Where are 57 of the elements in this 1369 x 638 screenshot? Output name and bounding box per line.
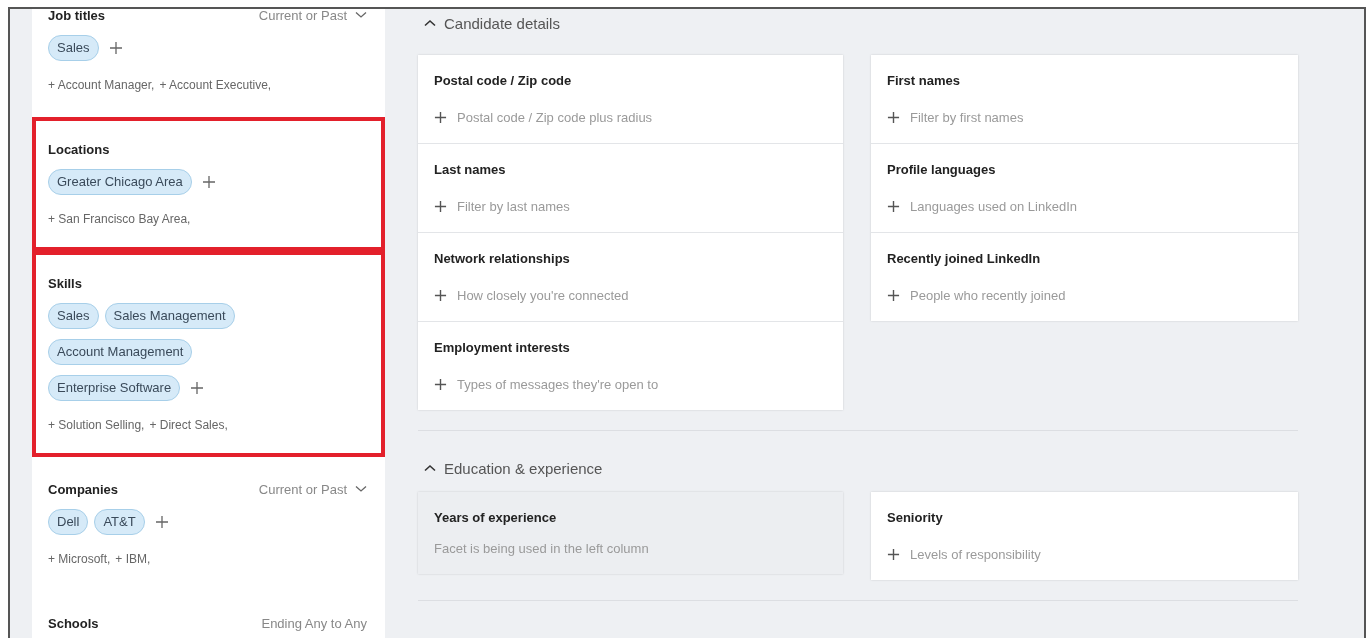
suggestion-link[interactable]: + Account Manager, xyxy=(48,78,155,92)
add-icon[interactable] xyxy=(434,377,447,391)
add-icon[interactable] xyxy=(887,110,900,124)
filter-hint: Filter by first names xyxy=(910,109,1024,125)
filter-chip[interactable]: Dell xyxy=(48,509,89,535)
filter-hint: How closely you're connected xyxy=(457,287,629,303)
caret-icon xyxy=(355,485,367,493)
filter-title: Employment interests xyxy=(434,339,571,357)
facet-title: Skills xyxy=(48,275,82,291)
filter-title: Last names xyxy=(434,161,507,179)
filter-title: Profile languages xyxy=(887,161,997,179)
filter-hint: Types of messages they're open to xyxy=(457,376,659,392)
qualifier-dropdown[interactable]: Ending Any to Any xyxy=(261,615,367,631)
filter-chip[interactable]: Sales xyxy=(48,35,99,61)
filter-title: First names xyxy=(887,72,961,90)
filter-hint: Languages used on LinkedIn xyxy=(910,198,1077,214)
section-toggle[interactable]: Education & experience xyxy=(418,454,603,482)
add-icon[interactable] xyxy=(108,41,123,55)
suggestion-link[interactable]: + Direct Sales, xyxy=(149,418,228,432)
add-icon[interactable] xyxy=(887,199,900,213)
filter-title: Seniority xyxy=(887,509,944,527)
filter-hint: Levels of responsibility xyxy=(910,546,1041,562)
add-icon[interactable] xyxy=(434,199,447,213)
filter-chip[interactable]: Account Management xyxy=(48,339,193,365)
facet-title: Locations xyxy=(48,141,110,157)
facet-title: Job titles xyxy=(48,9,106,23)
filter-title: Recently joined LinkedIn xyxy=(887,250,1042,268)
filter-hint: Facet is being used in the left column xyxy=(434,540,649,556)
add-icon[interactable] xyxy=(434,288,447,302)
filter-chip[interactable]: Greater Chicago Area xyxy=(48,169,192,195)
filter-chip[interactable]: Sales Management xyxy=(104,303,235,329)
filter-title: Network relationships xyxy=(434,250,571,268)
qualifier-dropdown[interactable]: Current or Past xyxy=(258,9,367,23)
suggestion-link[interactable]: + Solution Selling, xyxy=(48,418,145,432)
add-icon[interactable] xyxy=(887,547,900,561)
caret-icon xyxy=(355,11,367,19)
filter-title: Years of experience xyxy=(434,509,558,527)
suggestion-link[interactable]: + Account Executive, xyxy=(159,78,272,92)
facet-title: Schools xyxy=(48,615,99,631)
add-icon[interactable] xyxy=(887,288,900,302)
add-icon[interactable] xyxy=(201,175,216,189)
filter-chip[interactable]: Enterprise Software xyxy=(48,375,181,401)
filter-hint: People who recently joined xyxy=(910,287,1066,303)
suggestion-link[interactable]: + IBM, xyxy=(115,552,151,566)
add-icon[interactable] xyxy=(190,381,205,395)
section-toggle[interactable]: Candidate details xyxy=(418,9,560,37)
suggestion-link[interactable]: + San Francisco Bay Area, xyxy=(48,212,191,226)
filter-title: Postal code / Zip code xyxy=(434,72,573,90)
qualifier-dropdown[interactable]: Current or Past xyxy=(258,481,367,497)
filter-chip[interactable]: AT&T xyxy=(94,509,145,535)
add-icon[interactable] xyxy=(434,110,447,124)
filter-hint: Filter by last names xyxy=(457,198,570,214)
suggestion-link[interactable]: + Microsoft, xyxy=(48,552,111,566)
filter-hint: Postal code / Zip code plus radius xyxy=(457,109,653,125)
add-icon[interactable] xyxy=(154,515,169,529)
filter-chip[interactable]: Sales xyxy=(48,303,99,329)
facet-title: Companies xyxy=(48,481,119,497)
